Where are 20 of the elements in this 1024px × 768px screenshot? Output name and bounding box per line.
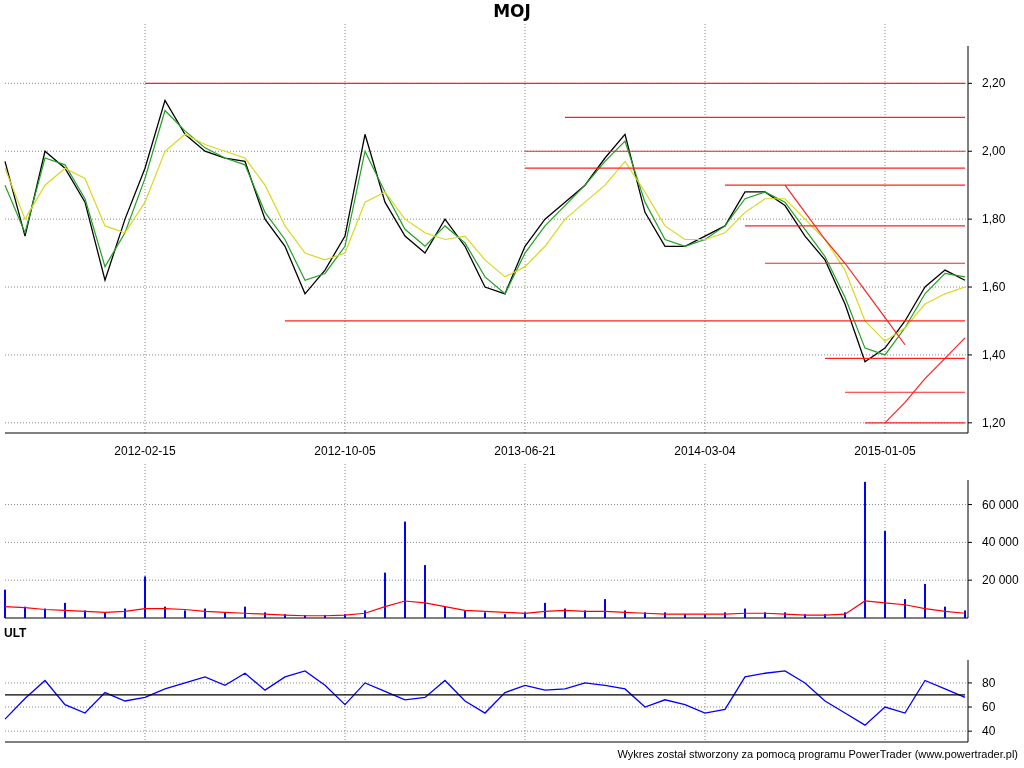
chart-title: MOJ bbox=[493, 0, 531, 24]
y-axis-label: 20 000 bbox=[982, 573, 1019, 588]
x-axis-label: 2012-10-05 bbox=[314, 444, 376, 458]
y-axis-label: 60 000 bbox=[982, 497, 1019, 512]
y-axis-label: 40 000 bbox=[982, 535, 1019, 550]
y-axis-label: 40 bbox=[982, 724, 996, 739]
y-axis-label: 2,20 bbox=[982, 76, 1006, 91]
y-axis-label: 2,00 bbox=[982, 144, 1006, 159]
y-axis-label: 1,80 bbox=[982, 212, 1006, 227]
y-axis-label: 1,60 bbox=[982, 280, 1006, 295]
x-axis-label: 2015-01-05 bbox=[854, 444, 916, 458]
y-axis-label: 1,40 bbox=[982, 347, 1006, 362]
indicator-label: ULT bbox=[4, 626, 27, 640]
x-axis-label: 2013-06-21 bbox=[494, 444, 556, 458]
x-axis-label: 2014-03-04 bbox=[674, 444, 736, 458]
footer-text: Wykres został stworzony za pomocą programu PowerTrader (www.powertrader.pl) bbox=[617, 747, 1018, 762]
x-axis-label: 2012-02-15 bbox=[114, 444, 176, 458]
y-axis-label: 1,20 bbox=[982, 415, 1006, 430]
y-axis-label: 60 bbox=[982, 700, 996, 715]
y-axis-label: 80 bbox=[982, 675, 996, 690]
